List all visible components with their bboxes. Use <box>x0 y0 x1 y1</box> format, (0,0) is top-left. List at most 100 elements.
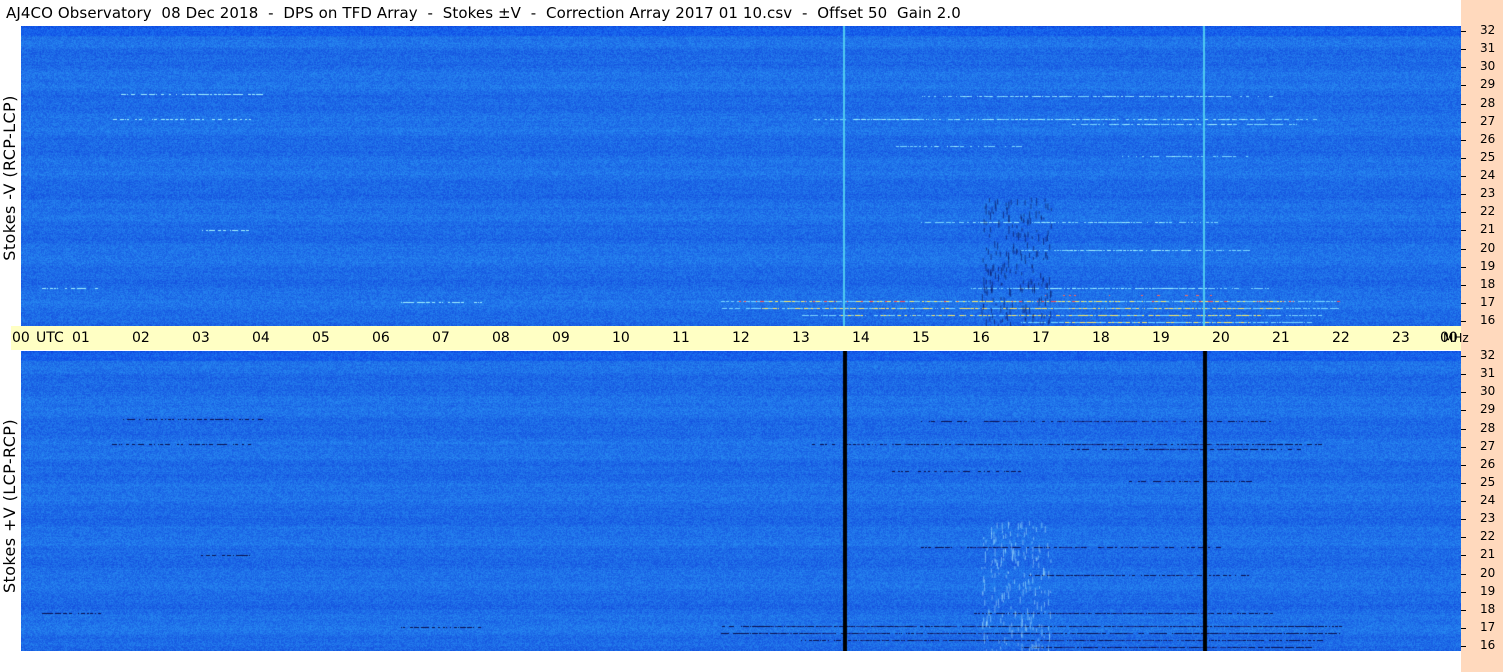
frequency-tick-mark <box>1461 176 1466 177</box>
time-tick-label: 06 <box>372 330 390 346</box>
frequency-tick-label: 27 <box>1480 114 1496 128</box>
mhz-unit-label: MHz <box>1443 331 1469 345</box>
frequency-tick-mark <box>1461 303 1466 304</box>
frequency-tick-label: 21 <box>1480 547 1496 561</box>
frequency-tick-mark <box>1461 230 1466 231</box>
frequency-tick-mark <box>1461 49 1466 50</box>
frequency-tick-mark <box>1461 140 1466 141</box>
frequency-tick-label: 29 <box>1480 402 1496 416</box>
top-spectrogram-canvas <box>21 26 1461 326</box>
time-tick-label: 05 <box>312 330 330 346</box>
frequency-tick-label: 24 <box>1480 168 1496 182</box>
time-tick-label: 16 <box>972 330 990 346</box>
time-tick-label: 09 <box>552 330 570 346</box>
frequency-tick-mark <box>1461 122 1466 123</box>
time-axis: 00 01 02 03 04 05 06 07 08 09 10 11 12 13 14 15 16 17 18 19… <box>11 326 1469 350</box>
frequency-tick-label: 20 <box>1480 241 1496 255</box>
frequency-tick-mark <box>1461 212 1466 213</box>
frequency-tick-mark <box>1461 410 1466 411</box>
time-tick-label: 14 <box>852 330 870 346</box>
frequency-tick-mark <box>1461 501 1466 502</box>
time-tick-label: 12 <box>732 330 750 346</box>
chart-title: AJ4CO Observatory 08 Dec 2018 - DPS on T… <box>6 4 961 22</box>
frequency-tick-mark <box>1461 104 1466 105</box>
frequency-tick-mark <box>1461 356 1466 357</box>
frequency-tick-mark <box>1461 646 1466 647</box>
frequency-tick-label: 25 <box>1480 150 1496 164</box>
frequency-tick-mark <box>1461 519 1466 520</box>
frequency-tick-mark <box>1461 555 1466 556</box>
time-tick-label: 18 <box>1092 330 1110 346</box>
frequency-tick-mark <box>1461 429 1466 430</box>
frequency-tick-mark <box>1461 574 1466 575</box>
frequency-tick-label: 20 <box>1480 566 1496 580</box>
bottom-spectrogram-canvas <box>21 351 1461 651</box>
frequency-tick-label: 23 <box>1480 186 1496 200</box>
time-tick-label: 01 <box>72 330 90 346</box>
time-tick-label: 11 <box>672 330 690 346</box>
frequency-tick-label: 17 <box>1480 620 1496 634</box>
top-y-axis-label: Stokes -V (RCP-LCP) <box>0 95 19 261</box>
frequency-tick-mark <box>1461 447 1466 448</box>
frequency-tick-label: 31 <box>1480 41 1496 55</box>
frequency-tick-label: 22 <box>1480 204 1496 218</box>
frequency-tick-mark <box>1461 592 1466 593</box>
frequency-tick-mark <box>1461 31 1466 32</box>
frequency-tick-mark <box>1461 537 1466 538</box>
frequency-tick-label: 22 <box>1480 529 1496 543</box>
time-tick-label: 08 <box>492 330 510 346</box>
bottom-y-axis-label: Stokes +V (LCP-RCP) <box>0 419 19 593</box>
frequency-tick-label: 17 <box>1480 295 1496 309</box>
frequency-tick-label: 32 <box>1480 348 1496 362</box>
time-tick-label: 22 <box>1332 330 1350 346</box>
time-tick-label: 21 <box>1272 330 1290 346</box>
frequency-tick-mark <box>1461 321 1466 322</box>
frequency-tick-label: 30 <box>1480 59 1496 73</box>
frequency-tick-mark <box>1461 194 1466 195</box>
utc-label: UTC <box>36 330 64 346</box>
time-tick-label: 23 <box>1392 330 1410 346</box>
frequency-tick-label: 19 <box>1480 584 1496 598</box>
time-tick-label: 15 <box>912 330 930 346</box>
frequency-tick-mark <box>1461 465 1466 466</box>
frequency-tick-label: 24 <box>1480 493 1496 507</box>
time-tick-label: 20 <box>1212 330 1230 346</box>
frequency-tick-label: 26 <box>1480 457 1496 471</box>
frequency-tick-mark <box>1461 267 1466 268</box>
frequency-tick-label: 28 <box>1480 421 1496 435</box>
frequency-tick-mark <box>1461 67 1466 68</box>
time-tick-label: 04 <box>252 330 270 346</box>
frequency-tick-label: 23 <box>1480 511 1496 525</box>
time-tick-label: 19 <box>1152 330 1170 346</box>
frequency-tick-label: 28 <box>1480 96 1496 110</box>
time-tick-label: 02 <box>132 330 150 346</box>
frequency-tick-mark <box>1461 249 1466 250</box>
frequency-tick-label: 16 <box>1480 313 1496 327</box>
bottom-spectrogram-panel <box>21 351 1461 651</box>
time-tick-label: 03 <box>192 330 210 346</box>
frequency-tick-label: 29 <box>1480 77 1496 91</box>
frequency-tick-mark <box>1461 610 1466 611</box>
frequency-tick-mark <box>1461 628 1466 629</box>
frequency-tick-label: 18 <box>1480 277 1496 291</box>
frequency-tick-label: 32 <box>1480 23 1496 37</box>
time-tick-label: 13 <box>792 330 810 346</box>
frequency-tick-mark <box>1461 158 1466 159</box>
frequency-tick-label: 26 <box>1480 132 1496 146</box>
frequency-tick-mark <box>1461 85 1466 86</box>
time-tick-label: 00 <box>12 330 30 346</box>
frequency-tick-label: 21 <box>1480 222 1496 236</box>
frequency-tick-label: 25 <box>1480 475 1496 489</box>
frequency-tick-label: 30 <box>1480 384 1496 398</box>
frequency-tick-mark <box>1461 285 1466 286</box>
frequency-tick-label: 31 <box>1480 366 1496 380</box>
frequency-tick-mark <box>1461 483 1466 484</box>
frequency-tick-label: 27 <box>1480 439 1496 453</box>
frequency-tick-mark <box>1461 392 1466 393</box>
frequency-tick-label: 18 <box>1480 602 1496 616</box>
time-tick-label: 17 <box>1032 330 1050 346</box>
frequency-tick-mark <box>1461 374 1466 375</box>
frequency-tick-label: 19 <box>1480 259 1496 273</box>
top-spectrogram-panel <box>21 26 1461 326</box>
time-tick-label: 10 <box>612 330 630 346</box>
